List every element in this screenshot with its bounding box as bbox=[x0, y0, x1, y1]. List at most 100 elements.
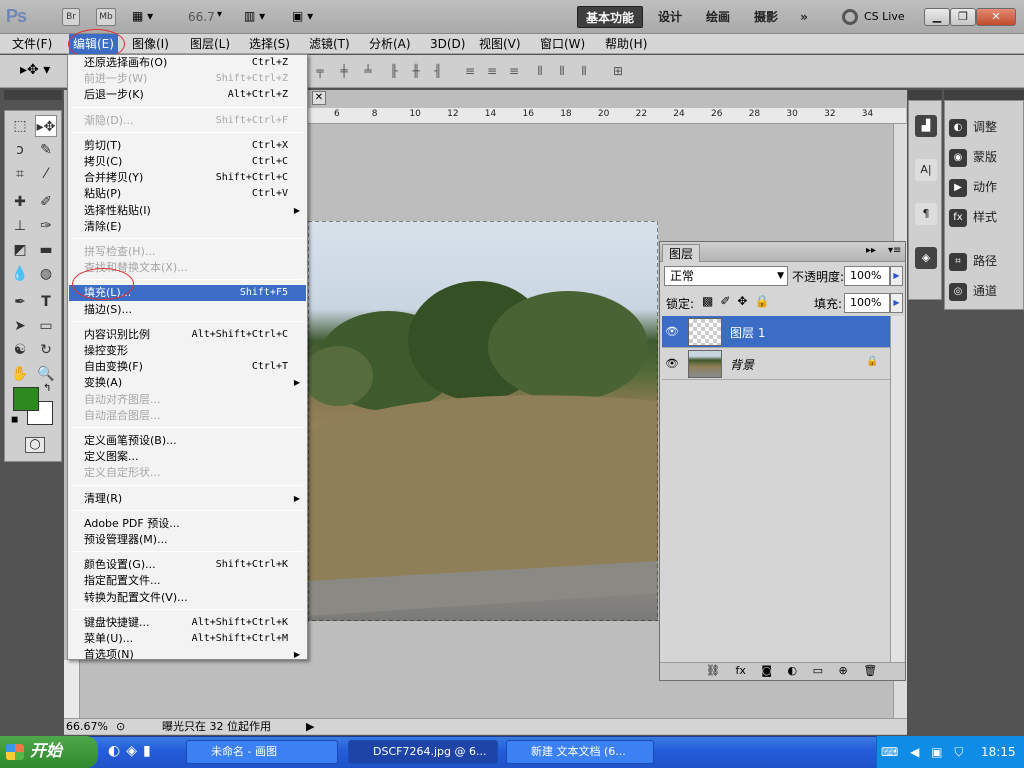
fill-slider-icon[interactable]: ▶ bbox=[890, 293, 903, 313]
edit-menu-item[interactable]: 合并拷贝(Y) Shift+Ctrl+C bbox=[69, 170, 306, 186]
menu-file[interactable]: 文件(F) bbox=[8, 34, 56, 54]
minimize-button[interactable]: ▁ bbox=[924, 8, 950, 26]
edit-menu-item[interactable]: 粘贴(P) Ctrl+V bbox=[69, 186, 306, 202]
mini-bridge-button[interactable]: Mb bbox=[96, 8, 116, 26]
layers-panel-icon[interactable]: ◈ bbox=[915, 247, 937, 269]
eyedropper-tool-icon[interactable]: ⁄ bbox=[35, 163, 57, 185]
edit-menu-item[interactable]: 定义画笔预设(B)... bbox=[69, 433, 306, 449]
edit-menu-item[interactable]: Adobe PDF 预设... bbox=[69, 516, 306, 532]
rectangle-tool-icon[interactable]: ▭ bbox=[35, 315, 57, 337]
align-top-icon[interactable]: ╤ bbox=[312, 64, 328, 78]
gradient-tool-icon[interactable]: ▬ bbox=[35, 239, 57, 261]
edit-menu-item[interactable]: 后退一步(K) Alt+Ctrl+Z bbox=[69, 87, 306, 103]
distribute-center-icon[interactable]: ≡ bbox=[484, 64, 500, 78]
edit-menu-item[interactable]: 菜单(U)... Alt+Shift+Ctrl+M bbox=[69, 631, 306, 647]
distribute-left-icon[interactable]: ⫴ bbox=[532, 64, 548, 78]
edit-menu-item[interactable]: 首选项(N) ▶ bbox=[69, 647, 306, 663]
edit-menu-item[interactable]: 还原选择画布(O) Ctrl+Z bbox=[69, 55, 306, 71]
visibility-eye-icon[interactable]: 👁 bbox=[664, 356, 680, 372]
edit-menu-item[interactable]: 键盘快捷键... Alt+Shift+Ctrl+K bbox=[69, 615, 306, 631]
edit-menu-item[interactable]: 指定配置文件... bbox=[69, 573, 306, 589]
panel-menu-icon[interactable]: ▾≡ bbox=[888, 245, 901, 256]
layer-row-layer-1[interactable]: 👁 图层 1 bbox=[662, 316, 890, 348]
workspace-design[interactable]: 设计 bbox=[650, 6, 690, 28]
opacity-input[interactable]: 100% bbox=[844, 266, 890, 286]
visibility-eye-icon[interactable]: 👁 bbox=[664, 324, 680, 340]
paths-panel-button[interactable]: ⌗ 路径 bbox=[949, 249, 1021, 273]
workspace-painting[interactable]: 绘画 bbox=[698, 6, 738, 28]
arrange-documents-icon[interactable]: ▥ ▾ bbox=[244, 9, 265, 23]
edit-menu-item[interactable]: 预设管理器(M)... bbox=[69, 532, 306, 548]
crop-tool-icon[interactable]: ⌗ bbox=[9, 163, 31, 185]
bridge-button[interactable]: Br bbox=[62, 8, 80, 26]
menu-filter[interactable]: 滤镜(T) bbox=[305, 34, 354, 54]
edit-menu-item[interactable]: 清理(R) ▶ bbox=[69, 491, 306, 507]
edit-menu-item[interactable]: 变换(A) ▶ bbox=[69, 375, 306, 391]
screen-mode-icon[interactable]: ▣ ▾ bbox=[292, 9, 313, 23]
history-brush-tool-icon[interactable]: ✑ bbox=[35, 215, 57, 237]
cs-live-icon[interactable] bbox=[842, 9, 858, 25]
edit-menu-item[interactable]: 拷贝(C) Ctrl+C bbox=[69, 154, 306, 170]
eraser-tool-icon[interactable]: ◩ bbox=[9, 239, 31, 261]
lock-icons[interactable]: ▩✐✥🔒 bbox=[702, 294, 776, 308]
collapse-panel-icon[interactable]: ▸▸ bbox=[866, 245, 876, 256]
status-info-icon[interactable]: ⊙ bbox=[116, 719, 125, 734]
distribute-bottom-icon[interactable]: ≡ bbox=[506, 64, 522, 78]
adjustments-panel-button[interactable]: ◐ 调整 bbox=[949, 115, 1021, 139]
distribute-top-icon[interactable]: ≡ bbox=[462, 64, 478, 78]
styles-panel-button[interactable]: fx 样式 bbox=[949, 205, 1021, 229]
quick-launch-icons[interactable]: ◐◈▮ bbox=[108, 743, 157, 759]
pen-tool-icon[interactable]: ✒ bbox=[9, 291, 31, 313]
status-zoom[interactable]: 66.67% bbox=[66, 719, 108, 734]
brush-tool-icon[interactable]: ✐ bbox=[35, 191, 57, 213]
close-document-icon[interactable]: ✕ bbox=[312, 91, 326, 105]
workspace-essentials[interactable]: 基本功能 bbox=[577, 6, 643, 28]
task-paint[interactable]: 未命名 - 画图 bbox=[186, 740, 338, 764]
move-tool-icon[interactable]: ▸✥ bbox=[35, 115, 57, 137]
histogram-icon[interactable]: ▟ bbox=[915, 115, 937, 137]
quick-selection-tool-icon[interactable]: ✎ bbox=[35, 139, 57, 161]
layer-row-background[interactable]: 👁 背景 🔒 bbox=[662, 348, 890, 380]
opacity-slider-icon[interactable]: ▶ bbox=[890, 266, 903, 286]
swap-colors-icon[interactable]: ↰ bbox=[43, 383, 51, 394]
edit-menu-item[interactable]: 内容识别比例 Alt+Shift+Ctrl+C bbox=[69, 327, 306, 343]
align-left-icon[interactable]: ╟ bbox=[386, 64, 402, 78]
toolbox-collapse-strip[interactable] bbox=[4, 90, 62, 100]
menu-view[interactable]: 视图(V) bbox=[475, 34, 525, 54]
align-bottom-icon[interactable]: ╧ bbox=[360, 64, 376, 78]
tray-icons[interactable]: ⌨ ◀ ▣ ⛉ bbox=[881, 736, 967, 768]
zoom-chevron-icon[interactable]: ▾ bbox=[217, 9, 222, 20]
view-extras-icon[interactable]: ▦ ▾ bbox=[132, 9, 166, 25]
edit-menu-item[interactable]: 定义图案... bbox=[69, 449, 306, 465]
hand-tool-icon[interactable]: ✋ bbox=[9, 363, 31, 385]
quick-mask-icon[interactable]: ◯ bbox=[25, 437, 45, 453]
character-icon[interactable]: A| bbox=[915, 159, 937, 181]
edit-menu-item[interactable]: 自由变换(F) Ctrl+T bbox=[69, 359, 306, 375]
fill-input[interactable]: 100% bbox=[844, 293, 890, 313]
edit-menu-item[interactable]: 选择性粘贴(I) ▶ bbox=[69, 203, 306, 219]
clone-stamp-tool-icon[interactable]: ⊥ bbox=[9, 215, 31, 237]
restore-button[interactable]: ❐ bbox=[950, 8, 976, 26]
distribute-right-icon[interactable]: ⫴ bbox=[576, 64, 592, 78]
channels-panel-button[interactable]: ◎ 通道 bbox=[949, 279, 1021, 303]
cs-live-button[interactable]: CS Live bbox=[864, 10, 905, 23]
menu-window[interactable]: 窗口(W) bbox=[536, 34, 589, 54]
layers-scrollbar[interactable] bbox=[890, 316, 904, 662]
distribute-hcenter-icon[interactable]: ⫴ bbox=[554, 64, 570, 78]
edit-menu-item[interactable]: 颜色设置(G)... Shift+Ctrl+K bbox=[69, 557, 306, 573]
panels-collapse-strip[interactable] bbox=[944, 90, 1024, 100]
healing-brush-tool-icon[interactable]: ✚ bbox=[9, 191, 31, 213]
workspace-photography[interactable]: 摄影 bbox=[746, 6, 786, 28]
edit-menu-item[interactable]: 描边(S)... bbox=[69, 302, 306, 318]
edit-menu-item[interactable]: 操控变形 bbox=[69, 343, 306, 359]
lasso-tool-icon[interactable]: ↄ bbox=[9, 139, 31, 161]
menu-select[interactable]: 选择(S) bbox=[245, 34, 294, 54]
actions-panel-button[interactable]: ▶ 动作 bbox=[949, 175, 1021, 199]
edit-menu-item[interactable]: 清除(E) bbox=[69, 219, 306, 235]
default-colors-icon[interactable]: ◼ bbox=[11, 415, 18, 425]
menu-3d[interactable]: 3D(D) bbox=[426, 34, 469, 54]
auto-align-icon[interactable]: ⊞ bbox=[610, 64, 626, 78]
zoom-tool-icon[interactable]: 🔍 bbox=[35, 363, 57, 385]
align-right-icon[interactable]: ╢ bbox=[430, 64, 446, 78]
align-vertical-center-icon[interactable]: ╪ bbox=[336, 64, 352, 78]
